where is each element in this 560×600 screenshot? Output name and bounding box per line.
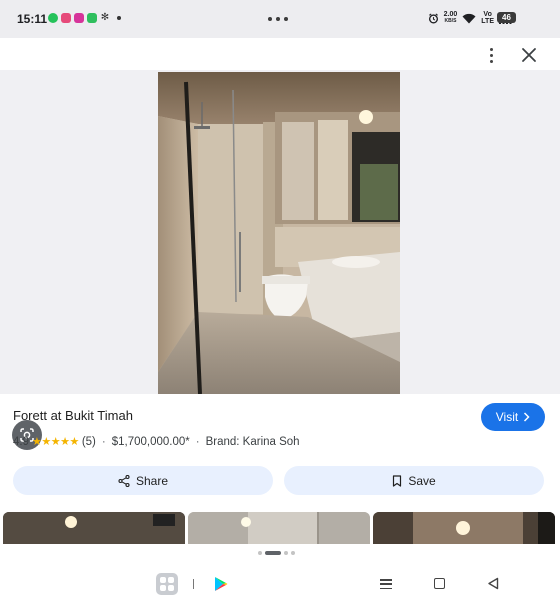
pager-dot-active [265,551,281,555]
back-icon[interactable] [487,577,499,590]
chevron-right-icon [524,412,530,422]
image-viewer: ELAINE KHOO [0,70,560,450]
network-speed: 2.00 KB/S [444,11,458,25]
listing-price: $1,700,000.00* [111,435,190,448]
listing-brand: Brand: Karina Soh [205,435,300,448]
visit-button-label: Visit [495,410,519,424]
related-image-thumbnail[interactable] [188,512,370,544]
listing-title: Forett at Bukit Timah [13,408,133,423]
sms-icon [87,13,97,23]
message-app-icon [61,13,71,23]
more-notifications-dot-icon [117,16,121,20]
recents-menu-icon[interactable] [380,579,392,589]
pager-dot [258,551,262,555]
visit-button[interactable]: Visit [481,403,545,431]
status-center-dots-icon [268,17,288,21]
more-vert-icon [489,47,493,51]
play-store-icon[interactable] [214,576,228,592]
listing-meta: 4.9 ★★★★★ (5) · $1,700,000.00* · Brand: … [13,435,300,449]
related-images-strip [0,510,560,544]
nav-divider [193,579,194,589]
status-time: 15:11 [17,12,48,26]
save-button-label: Save [408,473,436,488]
bookmark-icon [393,474,402,487]
rating-stars-icon: ★★★★★ [32,436,79,448]
instagram-icon [74,13,84,23]
alarm-icon [428,12,438,23]
listing-photo[interactable] [158,72,400,394]
review-count: (5) [81,435,96,448]
share-icon [118,474,130,487]
carousel-pager [258,551,295,555]
pager-dot [291,551,295,555]
meta-separator: · [101,435,106,448]
share-button[interactable]: Share [13,466,273,495]
network-speed-value: 2.00 [443,11,458,18]
notification-icons: ✻ [48,13,121,23]
rating-value: 4.9 [13,435,29,448]
share-button-label: Share [135,473,169,488]
battery-icon: 46 [497,12,516,23]
status-bar: 15:11 ✻ 2.00 KB/S Vo LTE 46 [0,0,560,38]
fan-icon: ✻ [100,12,110,23]
system-nav-bar [0,568,560,600]
volte-indicator: Vo LTE [481,11,494,25]
volte-bottom: LTE [481,18,494,25]
viewer-top-bar [0,38,560,70]
photo-watermark: ELAINE KHOO [100,400,389,417]
related-image-thumbnail[interactable] [373,512,555,544]
volte-top: Vo [483,11,492,18]
close-icon[interactable] [518,44,540,66]
wifi-icon [462,13,476,23]
home-icon[interactable] [434,578,445,589]
save-button[interactable]: Save [284,466,544,495]
more-options-button[interactable] [482,42,500,68]
app-drawer-icon[interactable] [156,573,178,595]
related-image-thumbnail[interactable] [3,512,185,544]
meta-separator: · [195,435,200,448]
pager-dot [284,551,288,555]
network-speed-unit: KB/S [444,18,457,24]
whatsapp-icon [48,13,58,23]
